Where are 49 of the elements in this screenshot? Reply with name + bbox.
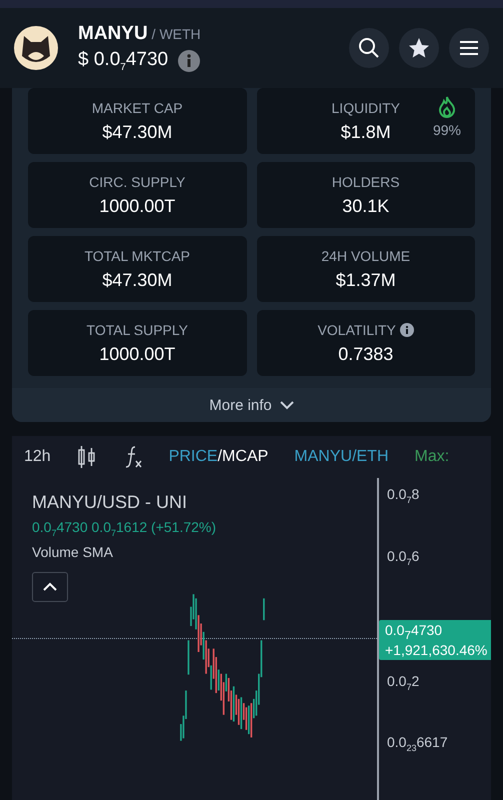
flame-icon (438, 96, 456, 118)
candlestick-icon[interactable] (76, 445, 97, 469)
stat-label: TOTAL MKTCAP (84, 248, 190, 264)
stat-label: VOLATILITY (318, 322, 414, 338)
collapse-button[interactable] (32, 572, 68, 602)
token-symbol: MANYU (78, 23, 148, 46)
stat-value: 30.1K (342, 196, 390, 216)
stat-value: $47.30M (102, 270, 172, 290)
stat-value: 0.7383 (338, 344, 394, 364)
stat-value: $1.37M (336, 270, 396, 290)
candlestick (263, 598, 265, 620)
chevron-down-icon (280, 400, 294, 410)
token-price: $ 0.0$_{7}$4730 (78, 49, 168, 73)
stat-label: LIQUIDITY (332, 100, 400, 116)
menu-icon (459, 40, 479, 56)
price-quote: 0.0$_{7}$4730 0.0$_{7}$1612 (+51.72%) (32, 519, 218, 538)
axis-label: 0.0$_{7}$6 (387, 548, 420, 567)
menu-button[interactable] (449, 28, 489, 68)
pair-label: / WETH (152, 26, 201, 42)
interval-button[interactable]: 12h (24, 448, 51, 466)
star-button[interactable] (399, 28, 439, 68)
stat-value: 1000.00T (99, 196, 176, 216)
candlestick (188, 640, 190, 675)
more-info-button[interactable]: More info (12, 388, 491, 422)
liquidity-percent: 99% (432, 122, 461, 138)
max-button[interactable]: Max: (414, 448, 450, 466)
star-icon (407, 36, 431, 60)
axis-label: 0.0$_{7}$8 (387, 486, 420, 505)
chevron-up-icon (43, 582, 57, 592)
stat-label: TOTAL SUPPLY (86, 322, 188, 338)
stat-value: 1000.00T (99, 344, 176, 364)
stat-value: $47.30M (102, 122, 172, 142)
info-icon[interactable] (178, 50, 200, 72)
dog-avatar-icon (14, 26, 58, 70)
chart-title: MANYU/USD - UNI (32, 492, 188, 513)
axis-label: 0.0$_{23}$6617 (387, 734, 448, 753)
search-icon (358, 37, 380, 59)
pair-toggle[interactable]: MANYU/ETH (294, 448, 389, 466)
stat-label: HOLDERS (332, 174, 400, 190)
stat-value: $1.8M (340, 122, 391, 142)
stat-label: MARKET CAP (92, 100, 183, 116)
stat-label: 24H VOLUME (321, 248, 410, 264)
stat-label: CIRC. SUPPLY (89, 174, 186, 190)
indicator-label: Volume SMA (32, 544, 114, 560)
info-icon[interactable] (400, 322, 414, 336)
search-button[interactable] (349, 28, 389, 68)
axis-label: 0.0$_{7}$2 (387, 673, 420, 692)
price-mcap-toggle[interactable]: PRICE/MCAP (168, 448, 268, 466)
last-price-tag: 0.0$_{7}$4730 +1,921,630.46% (379, 620, 491, 660)
